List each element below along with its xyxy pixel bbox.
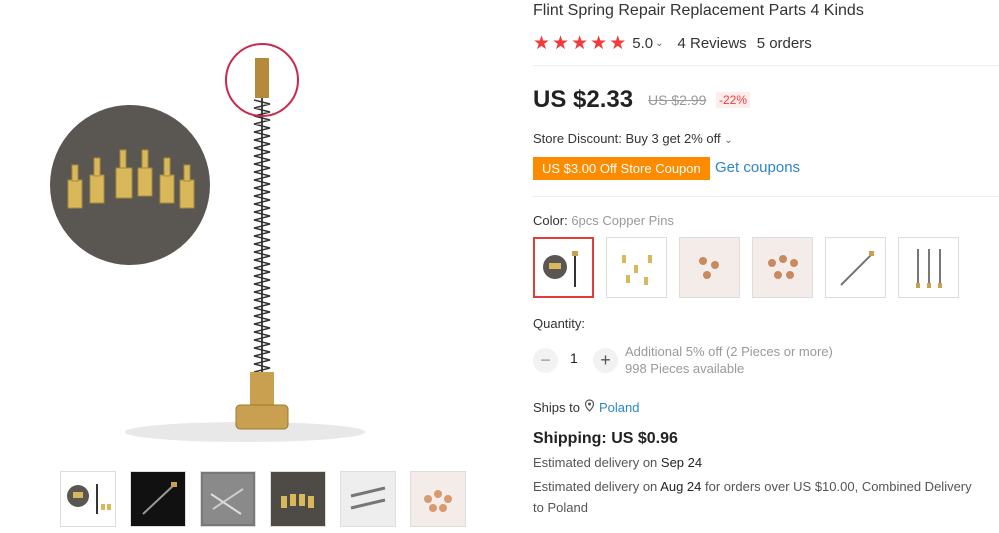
get-coupons-link[interactable]: Get coupons [715,159,800,176]
color-label-text: Color: [533,213,568,228]
estimated-delivery-2: Estimated delivery on Aug 24 for orders … [533,476,983,518]
swatch-option[interactable] [606,237,667,298]
thumbnail-4[interactable] [270,471,326,527]
swatch-option[interactable] [825,237,886,298]
star-rating: ★ ★ ★ ★ ★ [533,34,626,53]
divider [533,65,999,66]
color-swatches [533,237,959,298]
thumbnail-strip [60,471,466,527]
est1-date: Sep 24 [660,455,703,470]
estimated-delivery-1: Estimated delivery on Sep 24 [533,455,702,470]
original-price: US $2.99 [648,92,707,108]
chevron-down-icon: ⌄ [724,135,733,146]
chevron-down-icon[interactable]: ⌄ [655,38,663,49]
color-label: Color: 6pcs Copper Pins [533,213,674,228]
ships-to-label: Ships to [533,399,580,415]
product-title: Flint Spring Repair Replacement Parts 4 … [533,2,864,19]
est1-prefix: Estimated delivery on [533,455,658,470]
store-coupon-badge[interactable]: US $3.00 Off Store Coupon [533,157,710,180]
star-icon: ★ [609,33,627,54]
ships-to-country[interactable]: Poland [599,400,639,415]
location-pin-icon [584,399,595,415]
quantity-value[interactable]: 1 [570,350,578,366]
thumbnail-5[interactable] [340,471,396,527]
divider [533,196,999,197]
est2-prefix: Estimated delivery on [533,479,658,494]
swatch-option[interactable] [533,237,594,298]
swatch-option[interactable] [679,237,740,298]
swatch-option[interactable] [752,237,813,298]
est2-date: Aug 24 [660,479,702,494]
reviews-link[interactable]: 4 Reviews [677,35,746,52]
quantity-available: 998 Pieces available [625,361,745,376]
star-icon: ★ [571,33,589,54]
rating-row: ★ ★ ★ ★ ★ 5.0 ⌄ 4 Reviews 5 orders [533,34,812,53]
ships-to-row: Ships to Poland [533,399,639,415]
thumbnail-6[interactable] [410,471,466,527]
swatch-option[interactable] [898,237,959,298]
quantity-increase-button[interactable]: + [593,348,618,373]
rating-value[interactable]: 5.0 [632,35,653,52]
quantity-decrease-button[interactable]: − [533,348,558,373]
star-icon: ★ [552,33,570,54]
star-icon: ★ [590,33,608,54]
orders-count: 5 orders [756,35,812,52]
thumbnail-2[interactable] [130,471,186,527]
quantity-info: Additional 5% off (2 Pieces or more) 998… [625,343,833,377]
thumbnail-3[interactable] [200,471,256,527]
shipping-cost: Shipping: US $0.96 [533,430,678,447]
discount-badge: -22% [716,92,751,108]
main-product-image[interactable] [30,0,500,455]
store-discount-text: Store Discount: Buy 3 get 2% off [533,131,721,146]
thumbnail-1[interactable] [60,471,116,527]
quantity-label: Quantity: [533,316,586,331]
store-discount[interactable]: Store Discount: Buy 3 get 2% off ⌄ [533,131,733,146]
star-icon: ★ [533,33,551,54]
current-price: US $2.33 [533,86,634,113]
color-selected-value: 6pcs Copper Pins [571,213,674,228]
quantity-additional-discount: Additional 5% off (2 Pieces or more) [625,344,833,359]
